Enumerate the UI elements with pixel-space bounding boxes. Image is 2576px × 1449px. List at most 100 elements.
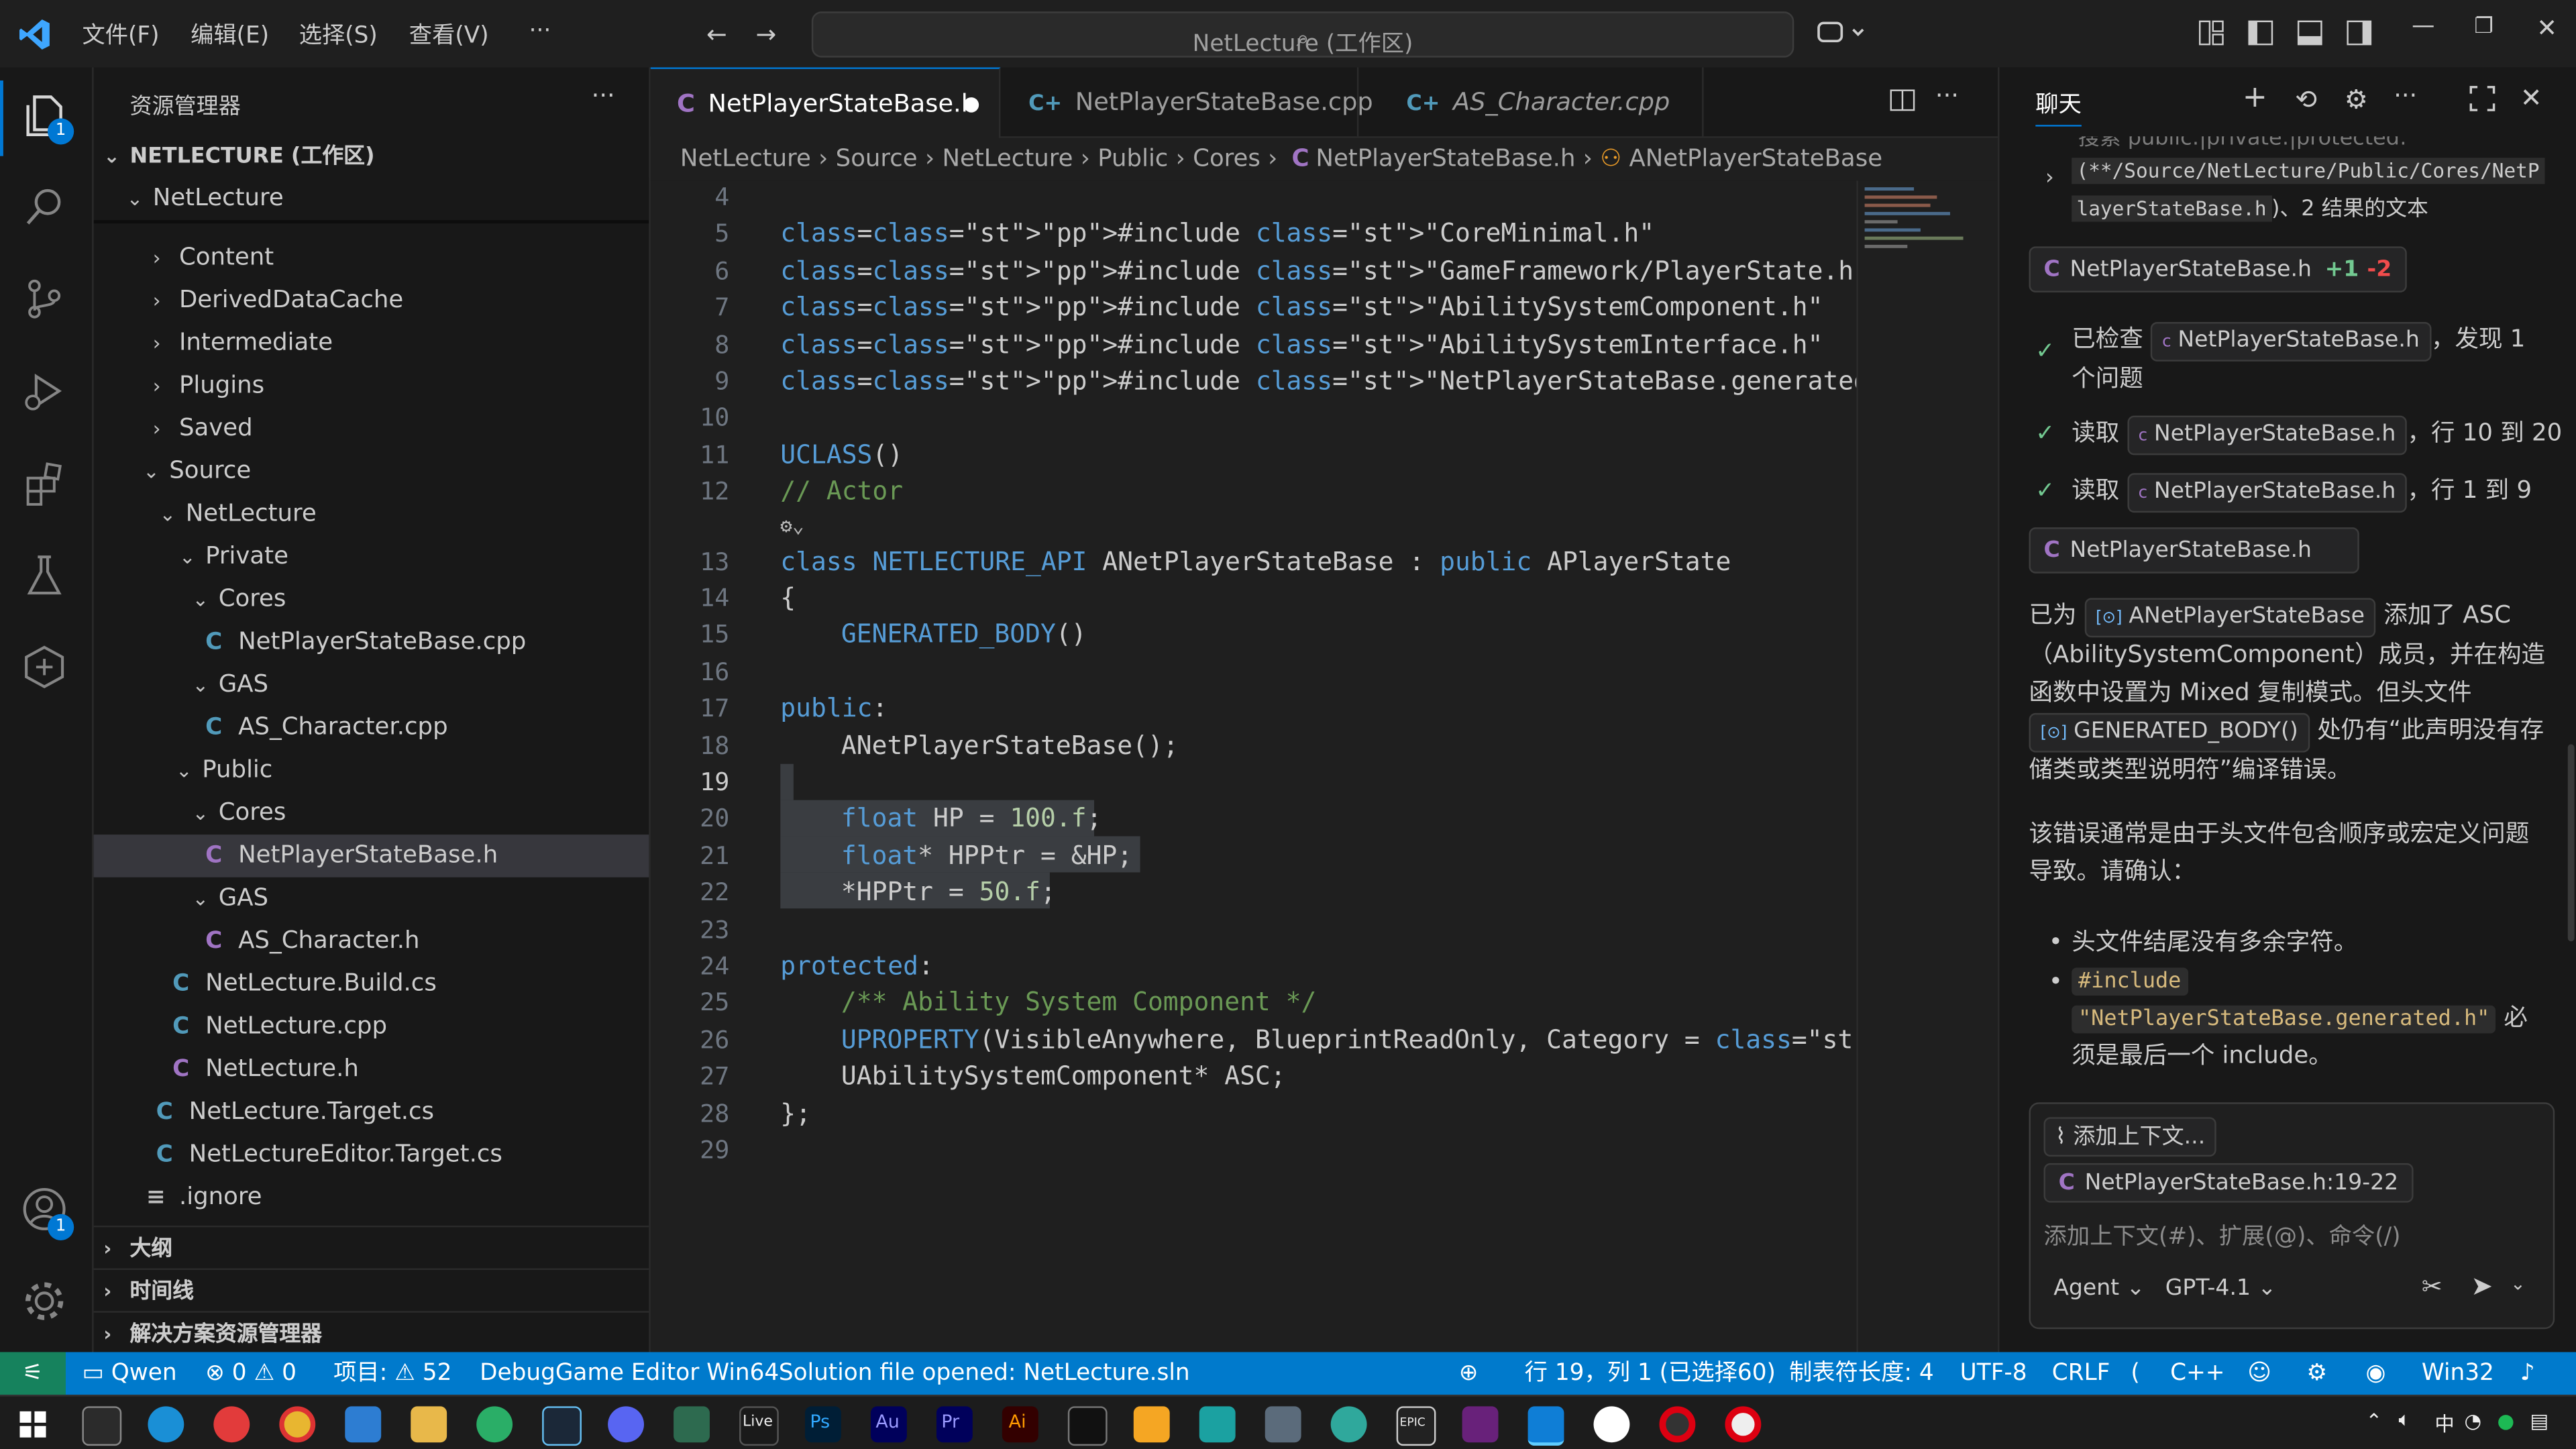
- cursor-position[interactable]: 行 19，列 1 (已选择60): [1525, 1352, 1776, 1395]
- chevron-down-icon[interactable]: ⌄: [2510, 1273, 2526, 1295]
- settings-gear-icon[interactable]: [19, 1277, 72, 1329]
- extension-status-icon[interactable]: ◉: [2366, 1352, 2386, 1395]
- editor-more-icon[interactable]: ···: [1935, 80, 1959, 110]
- breadcrumb-item[interactable]: ANetPlayerStateBase: [1629, 146, 1882, 172]
- bilibili-app-icon[interactable]: [345, 1406, 382, 1443]
- premiere-app-icon[interactable]: Pr: [936, 1406, 973, 1443]
- copilot-icon[interactable]: [1817, 18, 1866, 48]
- app-icon[interactable]: [1133, 1406, 1170, 1443]
- menu-view[interactable]: 查看(V): [409, 18, 489, 51]
- toggle-panel-icon[interactable]: [2297, 19, 2323, 46]
- remote-indicator-icon[interactable]: ⚟: [0, 1352, 66, 1395]
- tree-item[interactable]: › Content: [94, 237, 649, 280]
- edge-app-icon[interactable]: [148, 1406, 184, 1443]
- language-mode[interactable]: C++: [2170, 1352, 2224, 1395]
- tree-item[interactable]: › Plugins: [94, 365, 649, 408]
- section-timeline[interactable]: › 时间线: [93, 1268, 649, 1313]
- tree-item[interactable]: ⌄ Private: [94, 535, 649, 578]
- photoshop-app-icon[interactable]: Ps: [805, 1406, 841, 1443]
- back-arrow-icon[interactable]: ←: [706, 19, 727, 49]
- breadcrumb-item[interactable]: Source: [836, 146, 918, 172]
- zoom-icon[interactable]: ⊕: [1459, 1352, 1479, 1395]
- toggle-secondary-sidebar-icon[interactable]: [2346, 19, 2372, 46]
- customize-layout-icon[interactable]: [2198, 19, 2224, 46]
- tab-netplayerstatebase-cpp[interactable]: C+ NetPlayerStateBase.cpp: [1002, 67, 1373, 137]
- illustrator-app-icon[interactable]: Ai: [1002, 1406, 1038, 1443]
- split-editor-icon[interactable]: [1889, 87, 1915, 113]
- tab-as-character-cpp[interactable]: C+ AS_Character.cpp: [1380, 67, 1704, 137]
- tree-item[interactable]: C NetLecture.Target.cs: [94, 1091, 649, 1134]
- tree-item[interactable]: ⌄ Cores: [94, 792, 649, 835]
- tray-app-icon[interactable]: ◔: [2464, 1409, 2481, 1432]
- add-context-button[interactable]: ⌇ 添加上下文...: [2043, 1117, 2217, 1157]
- problems-status[interactable]: ⊗ 0 ⚠ 0: [205, 1352, 297, 1395]
- tree-item[interactable]: ⌄ NetLecture: [94, 493, 649, 536]
- steam-app-icon[interactable]: [542, 1406, 582, 1446]
- terminal-app-icon[interactable]: [82, 1406, 122, 1446]
- solution-status[interactable]: Solution file opened: NetLecture.sln: [779, 1352, 1190, 1395]
- menu-file[interactable]: 文件(F): [82, 18, 159, 51]
- file-reference-chip[interactable]: c NetPlayerStateBase.h: [2127, 415, 2408, 455]
- tree-item[interactable]: › DerivedDataCache: [94, 279, 649, 322]
- tray-chevron-up-icon[interactable]: ⌃: [2366, 1409, 2383, 1432]
- tree-item[interactable]: C NetPlayerStateBase.cpp: [94, 621, 649, 664]
- tree-item[interactable]: C NetLectureEditor.Target.cs: [94, 1134, 649, 1177]
- audition-app-icon[interactable]: Au: [870, 1406, 907, 1443]
- breadcrumb-item[interactable]: NetLecture: [680, 146, 811, 172]
- mode-dropdown[interactable]: Agent ⌄: [2053, 1275, 2145, 1301]
- qwen-status[interactable]: ▭ Qwen: [82, 1352, 176, 1395]
- menu-more[interactable]: ···: [529, 18, 551, 44]
- tree-item[interactable]: C NetLecture.h: [94, 1048, 649, 1091]
- file-reference-chip[interactable]: c NetPlayerStateBase.h: [2151, 322, 2431, 362]
- explorer-more-button[interactable]: ···: [592, 80, 615, 110]
- workspace-header[interactable]: ⌄ NETLECTURE (工作区): [103, 135, 374, 178]
- unreal-extension-icon[interactable]: [19, 643, 72, 695]
- copilot-status-icon[interactable]: ☺: [2247, 1352, 2271, 1395]
- send-icon[interactable]: ➤: [2471, 1270, 2493, 1301]
- section-solution-explorer[interactable]: › 解决方案资源管理器: [93, 1311, 649, 1352]
- chat-settings-gear-icon[interactable]: ⚙: [2345, 84, 2368, 115]
- ableton-live-icon[interactable]: Live: [739, 1406, 779, 1446]
- tree-item[interactable]: C NetLecture.cpp: [94, 1006, 649, 1049]
- unsaved-dot-icon[interactable]: ●: [963, 69, 980, 138]
- maximize-chat-icon[interactable]: [2469, 85, 2496, 111]
- encoding[interactable]: UTF-8: [1960, 1352, 2027, 1395]
- discord-app-icon[interactable]: [608, 1406, 645, 1443]
- unreal-codelens-icon[interactable]: ⚙⌄: [780, 515, 804, 537]
- notification-center-icon[interactable]: ▤: [2530, 1409, 2548, 1432]
- tools-icon[interactable]: ✂: [2422, 1272, 2443, 1301]
- search-view-icon[interactable]: [19, 182, 72, 235]
- netease-music-icon[interactable]: [213, 1406, 250, 1443]
- minimap[interactable]: [1856, 180, 2000, 1352]
- symbol-chip[interactable]: [⊙] GENERATED_BODY(): [2029, 712, 2310, 753]
- unreal-engine-icon[interactable]: [1593, 1406, 1630, 1443]
- capcut-app-icon[interactable]: [1067, 1406, 1108, 1446]
- project-status[interactable]: 项目: ⚠ 52: [333, 1352, 451, 1395]
- context-file-chip[interactable]: C NetPlayerStateBase.h:19-22: [2043, 1163, 2414, 1203]
- file-explorer-icon[interactable]: [411, 1406, 447, 1443]
- tree-item[interactable]: ≡ .ignore: [94, 1176, 649, 1219]
- symbol-chip[interactable]: [⊙] ANetPlayerStateBase: [2084, 598, 2377, 638]
- tree-item[interactable]: C AS_Character.h: [94, 920, 649, 963]
- tree-root-netlecture[interactable]: ⌄ NetLecture: [126, 177, 649, 221]
- build-config-status[interactable]: DebugGame Editor Win64: [480, 1352, 779, 1395]
- tray-spotify-icon[interactable]: ●: [2497, 1409, 2514, 1432]
- new-chat-plus-icon[interactable]: +: [2243, 80, 2267, 115]
- toggle-primary-sidebar-icon[interactable]: [2247, 19, 2273, 46]
- menu-edit[interactable]: 编辑(E): [191, 18, 269, 51]
- visual-studio-icon[interactable]: [1462, 1406, 1499, 1443]
- restore-icon[interactable]: ❐: [2474, 15, 2493, 40]
- source-control-icon[interactable]: [19, 274, 72, 327]
- chrome-app-icon[interactable]: [279, 1406, 316, 1443]
- testing-flask-icon[interactable]: [19, 550, 72, 602]
- command-center-search[interactable]: ⌕ NetLecture (工作区): [811, 11, 1794, 58]
- tree-item[interactable]: ⌄ GAS: [94, 663, 649, 706]
- section-outline[interactable]: › 大纲: [93, 1225, 649, 1270]
- breadcrumb-item[interactable]: NetPlayerStateBase.h: [1316, 146, 1575, 172]
- edited-file-chip[interactable]: C NetPlayerStateBase.h +1 -2: [2029, 246, 2407, 292]
- tree-item[interactable]: C NetLecture.Build.cs: [94, 963, 649, 1006]
- android-studio-icon[interactable]: [674, 1406, 710, 1443]
- tree-item[interactable]: ⌄ GAS: [94, 877, 649, 920]
- breadcrumb-item[interactable]: NetLecture: [942, 146, 1073, 172]
- volume-icon[interactable]: 🔈︎: [2399, 1408, 2411, 1433]
